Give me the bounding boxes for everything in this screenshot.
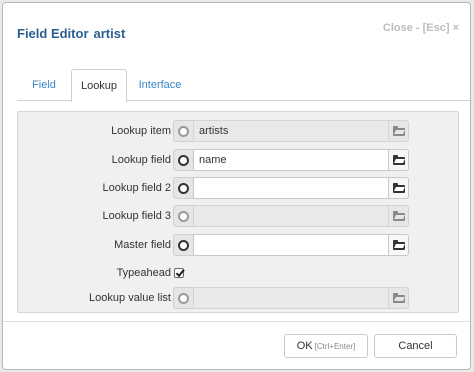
clear-icon <box>178 211 189 222</box>
clear-master-field-button[interactable] <box>173 234 193 256</box>
lookup-field-2-label: Lookup field 2 <box>102 182 172 194</box>
tab-interface[interactable]: Interface <box>129 69 191 101</box>
folder-open-icon <box>393 293 405 303</box>
lookup-field-3-input <box>193 205 389 227</box>
lookup-field-label: Lookup field <box>111 154 171 166</box>
lookup-field-input[interactable]: name <box>193 149 389 171</box>
folder-open-icon <box>393 211 405 221</box>
clear-icon <box>178 155 189 166</box>
browse-lookup-value-list-button <box>388 287 409 309</box>
lookup-field-2-row: Lookup field 2 <box>18 177 458 199</box>
lookup-panel: Lookup item artists Lookup field name Lo… <box>17 111 459 313</box>
typeahead-label: Typeahead <box>116 267 171 279</box>
lookup-value-list-control <box>173 287 409 309</box>
clear-icon <box>178 293 189 304</box>
lookup-item-input: artists <box>193 120 389 142</box>
lookup-value-list-row: Lookup value list <box>18 287 458 309</box>
dialog-title: Field Editor artist <box>17 26 125 41</box>
clear-icon <box>178 240 189 251</box>
folder-open-icon <box>393 126 405 136</box>
cancel-button[interactable]: Cancel <box>374 334 457 358</box>
lookup-field-control: name <box>173 149 409 171</box>
lookup-value-list-input <box>193 287 389 309</box>
lookup-item-label: Lookup item <box>111 125 171 137</box>
clear-lookup-field-3-button <box>173 205 193 227</box>
lookup-value-list-label: Lookup value list <box>89 292 171 304</box>
folder-open-icon <box>393 155 405 165</box>
lookup-field-3-row: Lookup field 3 <box>18 205 458 227</box>
ok-shortcut-hint: [Ctrl+Enter] <box>314 342 356 351</box>
lookup-field-row: Lookup field name <box>18 149 458 171</box>
ok-button[interactable]: OK [Ctrl+Enter] <box>284 334 368 358</box>
clear-icon <box>178 126 189 137</box>
ok-button-label: OK <box>296 340 313 352</box>
clear-lookup-field-2-button[interactable] <box>173 177 193 199</box>
folder-open-icon <box>393 240 405 250</box>
footer-divider <box>3 321 470 322</box>
lookup-item-control: artists <box>173 120 409 142</box>
dialog-header: Field Editor artist Close - [Esc] × <box>3 3 470 61</box>
clear-lookup-value-list-button <box>173 287 193 309</box>
lookup-field-3-label: Lookup field 3 <box>102 210 172 222</box>
master-field-control <box>173 234 409 256</box>
clear-lookup-field-button[interactable] <box>173 149 193 171</box>
master-field-row: Master field <box>18 234 458 256</box>
lookup-item-row: Lookup item artists <box>18 120 458 142</box>
browse-lookup-field-button[interactable] <box>388 149 409 171</box>
close-button[interactable]: Close - [Esc] × <box>383 22 459 34</box>
master-field-label: Master field <box>114 239 171 251</box>
browse-lookup-field-2-button[interactable] <box>388 177 409 199</box>
lookup-field-3-control <box>173 205 409 227</box>
browse-master-field-button[interactable] <box>388 234 409 256</box>
tab-field[interactable]: Field <box>17 69 71 101</box>
tab-lookup[interactable]: Lookup <box>71 69 127 102</box>
dialog-field-name: artist <box>93 26 126 41</box>
master-field-input[interactable] <box>193 234 389 256</box>
dialog-title-text: Field Editor <box>17 26 89 41</box>
lookup-field-2-control <box>173 177 409 199</box>
lookup-field-2-input[interactable] <box>193 177 389 199</box>
field-editor-dialog: Field Editor artist Close - [Esc] × Field… <box>2 2 472 370</box>
clear-icon <box>178 183 189 194</box>
browse-lookup-item-button <box>388 120 409 142</box>
browse-lookup-field-3-button <box>388 205 409 227</box>
folder-open-icon <box>393 183 405 193</box>
clear-lookup-item-button <box>173 120 193 142</box>
checkmark-icon <box>175 269 185 278</box>
typeahead-row: Typeahead <box>18 262 458 284</box>
typeahead-checkbox[interactable] <box>174 268 185 278</box>
